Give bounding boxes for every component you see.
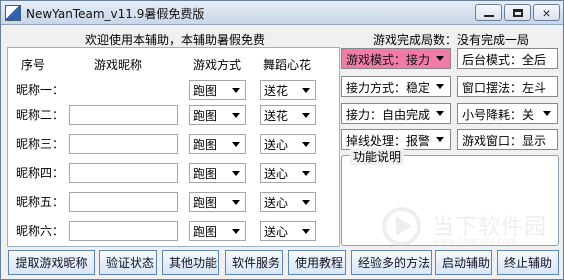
chevron-down-icon <box>302 200 310 205</box>
nickname-label-5: 昵称五： <box>16 195 65 209</box>
completed-games-status: 游戏完成局数：没有完成一局 <box>373 33 530 47</box>
relay-method-dropdown[interactable]: 接力方式：稳定 <box>341 76 451 97</box>
dance-flower-select-2[interactable]: 送花 <box>260 105 316 125</box>
small-account-drop-dropdown[interactable]: 小号降耗：关 <box>457 103 558 124</box>
function-description-title: 功能说明 <box>350 148 405 165</box>
chevron-down-icon <box>232 200 240 205</box>
nickname-label-1: 昵称一： <box>16 83 65 97</box>
other-functions-button[interactable]: 其他功能 <box>162 250 219 275</box>
dance-flower-value-5: 送心 <box>264 196 289 210</box>
dance-flower-value-1: 送花 <box>264 84 289 98</box>
nickname-input-4[interactable] <box>69 163 178 183</box>
relay-completion-dropdown[interactable]: 接力：自由完成 <box>341 103 451 124</box>
title-bar: NewYanTeam_v11.9暑假免费版 × <box>1 1 563 25</box>
minimize-button[interactable] <box>475 4 502 21</box>
tutorial-button[interactable]: 使用教程 <box>288 250 346 275</box>
nickname-header: 游戏昵称 <box>94 58 143 72</box>
nickname-label-2: 昵称二： <box>16 108 65 122</box>
game-mode-value-3: 跑图 <box>193 138 218 152</box>
window-title: NewYanTeam_v11.9暑假免费版 <box>26 7 205 21</box>
background-mode-text: 后台模式：全后 <box>462 53 547 67</box>
dance-flower-select-1[interactable]: 送花 <box>260 80 316 100</box>
nickname-input-3[interactable] <box>69 134 178 154</box>
close-button[interactable]: × <box>533 4 560 21</box>
chevron-down-icon <box>232 229 240 234</box>
game-mode-select-1[interactable]: 跑图 <box>189 80 246 100</box>
watermark-logo: 当下软件园 www.downxia.com <box>382 207 552 251</box>
watermark-play-triangle <box>396 216 412 236</box>
nickname-settings-panel: 序号 游戏昵称 游戏方式 舞蹈心花 昵称一： 跑图 送花 昵称二： 跑图 送花 … <box>7 47 340 247</box>
maximize-button[interactable] <box>504 4 531 21</box>
verify-status-button[interactable]: 验证状态 <box>99 250 157 275</box>
chevron-down-icon <box>436 137 444 142</box>
sequence-header: 序号 <box>21 58 46 72</box>
watermark-url: www.downxia.com <box>433 237 517 247</box>
nickname-input-5[interactable] <box>69 192 178 212</box>
game-window-text: 游戏窗口：显示 <box>462 134 547 148</box>
dance-flower-value-4: 送心 <box>264 167 289 181</box>
chevron-down-icon <box>436 111 444 116</box>
nickname-label-6: 昵称六： <box>16 224 65 238</box>
window-layout-dropdown[interactable]: 窗口摆法：左斗 <box>457 76 558 97</box>
stop-assistant-button[interactable]: 终止辅助 <box>497 250 559 275</box>
relay-method-text: 接力方式：稳定 <box>346 81 431 95</box>
app-icon <box>5 5 21 21</box>
chevron-down-icon <box>302 88 310 93</box>
disconnect-handling-dropdown[interactable]: 掉线处理：报警 <box>341 129 451 150</box>
chevron-down-icon <box>302 142 310 147</box>
welcome-message: 欢迎使用本辅助，本辅助暑假免费 <box>85 33 266 47</box>
game-mode-select-3[interactable]: 跑图 <box>189 134 246 154</box>
chevron-down-icon <box>543 111 551 116</box>
maximize-icon <box>512 8 523 17</box>
nickname-input-2[interactable] <box>69 105 178 125</box>
small-account-drop-text: 小号降耗：关 <box>462 108 535 122</box>
dance-flower-select-6[interactable]: 送心 <box>260 221 316 241</box>
close-icon: × <box>542 4 551 21</box>
nickname-label-3: 昵称三： <box>16 137 65 151</box>
game-mode-value-5: 跑图 <box>193 196 218 210</box>
chevron-down-icon <box>232 171 240 176</box>
game-mode-select-6[interactable]: 跑图 <box>189 221 246 241</box>
software-service-button[interactable]: 软件服务 <box>225 250 283 275</box>
window-layout-text: 窗口摆法：左斗 <box>462 81 547 95</box>
game-mode-select-4[interactable]: 跑图 <box>189 163 246 183</box>
start-assistant-button[interactable]: 启动辅助 <box>435 250 492 275</box>
disconnect-handling-text: 掉线处理：报警 <box>346 134 431 148</box>
background-mode-dropdown[interactable]: 后台模式：全后 <box>457 48 558 69</box>
dance-flower-select-3[interactable]: 送心 <box>260 134 316 154</box>
chevron-down-icon <box>232 88 240 93</box>
dance-flower-header: 舞蹈心花 <box>263 58 312 72</box>
nickname-label-4: 昵称四： <box>16 166 65 180</box>
game-mode-select-5[interactable]: 跑图 <box>189 192 246 212</box>
game-mode-dropdown-text: 游戏模式：接力 <box>346 53 431 67</box>
extract-nicknames-button[interactable]: 提取游戏昵称 <box>8 250 95 275</box>
chevron-down-icon <box>436 84 444 89</box>
nickname-input-6[interactable] <box>69 221 178 241</box>
dance-flower-select-5[interactable]: 送心 <box>260 192 316 212</box>
game-mode-select-2[interactable]: 跑图 <box>189 105 246 125</box>
more-experience-method-button[interactable]: 经验多的方法 <box>351 250 432 275</box>
game-mode-value-4: 跑图 <box>193 167 218 181</box>
game-mode-value-2: 跑图 <box>193 109 218 123</box>
game-mode-header: 游戏方式 <box>193 58 242 72</box>
game-mode-dropdown[interactable]: 游戏模式：接力 <box>341 48 451 69</box>
chevron-down-icon <box>232 142 240 147</box>
minimize-icon <box>483 14 494 17</box>
chevron-down-icon <box>436 56 444 61</box>
main-window: NewYanTeam_v11.9暑假免费版 × 欢迎使用本辅助，本辅助暑假免费 … <box>0 0 564 280</box>
chevron-down-icon <box>302 113 310 118</box>
chevron-down-icon <box>302 171 310 176</box>
game-mode-value-1: 跑图 <box>193 84 218 98</box>
dance-flower-value-6: 送心 <box>264 225 289 239</box>
dance-flower-select-4[interactable]: 送心 <box>260 163 316 183</box>
game-mode-value-6: 跑图 <box>193 225 218 239</box>
dance-flower-value-3: 送心 <box>264 138 289 152</box>
game-window-dropdown[interactable]: 游戏窗口：显示 <box>457 129 558 150</box>
dance-flower-value-2: 送花 <box>264 109 289 123</box>
chevron-down-icon <box>302 229 310 234</box>
chevron-down-icon <box>232 113 240 118</box>
relay-completion-text: 接力：自由完成 <box>346 108 431 122</box>
